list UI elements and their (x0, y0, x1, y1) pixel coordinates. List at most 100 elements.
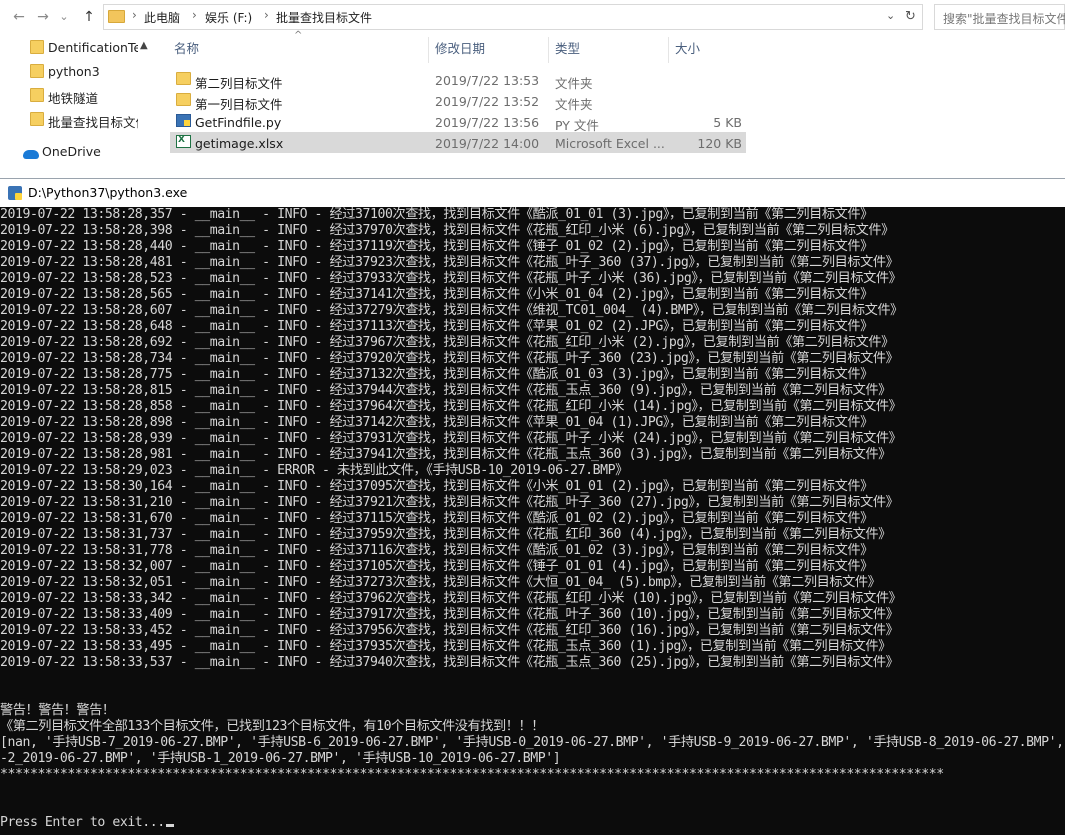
text-cursor (165, 824, 174, 827)
console-line: 2019-07-22 13:58:28,858 - __main__ - INF… (0, 399, 902, 414)
file-size: 120 KB (697, 136, 742, 151)
file-name: getimage.xlsx (195, 136, 284, 151)
search-input[interactable]: 搜索"批量查找目标文件" (934, 4, 1065, 30)
nav-item-onedrive[interactable]: OneDrive (42, 144, 101, 159)
console-line: 2019-07-22 13:58:29,023 - __main__ - ERR… (0, 463, 628, 478)
nav-item-label: 批量查找目标文件 (48, 115, 138, 130)
breadcrumb-separator-icon: › (132, 8, 137, 22)
console-line: 2019-07-22 13:58:33,495 - __main__ - INF… (0, 639, 891, 654)
console-line: 2019-07-22 13:58:28,440 - __main__ - INF… (0, 239, 873, 254)
folder-icon (176, 93, 191, 106)
file-date: 2019/7/22 13:56 (435, 115, 540, 130)
file-list: ^ 名称 修改日期 类型 大小 第二列目标文件 2019/7/22 13:53 … (168, 30, 1065, 178)
folder-icon (30, 40, 44, 54)
folder-icon (176, 72, 191, 85)
folder-icon (30, 112, 44, 126)
address-dropdown-icon[interactable]: ⌄ (886, 9, 895, 22)
console-title-bar[interactable]: D:\Python37\python3.exe (0, 178, 1065, 207)
console-line: 2019-07-22 13:58:28,398 - __main__ - INF… (0, 223, 894, 238)
up-arrow-icon[interactable]: ↑ (78, 6, 100, 28)
nav-item-python3[interactable]: python3 (20, 60, 140, 82)
console-window: D:\Python37\python3.exe 2019-07-22 13:58… (0, 178, 1065, 835)
folder-icon (108, 10, 125, 23)
console-line: 2019-07-22 13:58:33,537 - __main__ - INF… (0, 655, 899, 670)
console-line: [nan, '手持USB-7_2019-06-27.BMP', '手持USB-6… (0, 735, 1065, 750)
nav-item-label: 地铁隧道 (48, 91, 99, 106)
console-line: 2019-07-22 13:58:28,815 - __main__ - INF… (0, 383, 891, 398)
file-row[interactable]: GetFindfile.py 2019/7/22 13:56 PY 文件 5 K… (170, 111, 746, 133)
console-line: 2019-07-22 13:58:28,775 - __main__ - INF… (0, 367, 873, 382)
console-line: 2019-07-22 13:58:28,898 - __main__ - INF… (0, 415, 873, 430)
forward-arrow-icon[interactable]: → (32, 6, 54, 28)
sort-ascending-icon: ^ (294, 30, 303, 41)
file-row-selected[interactable]: getimage.xlsx 2019/7/22 14:00 Microsoft … (170, 132, 746, 153)
console-line: 2019-07-22 13:58:33,342 - __main__ - INF… (0, 591, 902, 606)
address-bar[interactable]: › 此电脑 › 娱乐 (F:) › 批量查找目标文件 ⌄ ↻ (103, 4, 923, 30)
folder-icon (30, 64, 44, 78)
scroll-up-icon[interactable]: ▲ (140, 40, 148, 51)
console-line: 2019-07-22 13:58:32,051 - __main__ - INF… (0, 575, 881, 590)
console-line: 2019-07-22 13:58:28,357 - __main__ - INF… (0, 207, 873, 222)
console-line: 警告！警告！警告！ (0, 703, 115, 718)
console-line: 2019-07-22 13:58:28,734 - __main__ - INF… (0, 351, 899, 366)
console-line: 2019-07-22 13:58:32,007 - __main__ - INF… (0, 559, 873, 574)
console-line: 2019-07-22 13:58:31,778 - __main__ - INF… (0, 543, 873, 558)
console-line: 《第二列目标文件全部133个目标文件，已找到123个目标文件，有10个目标文件没… (0, 719, 544, 734)
console-line: 2019-07-22 13:58:31,670 - __main__ - INF… (0, 511, 873, 526)
breadcrumb-current-folder[interactable]: 批量查找目标文件 (276, 9, 372, 26)
column-header-type[interactable]: 类型 (555, 34, 580, 64)
column-divider[interactable] (428, 37, 429, 63)
file-size: 5 KB (713, 115, 742, 130)
console-line: 2019-07-22 13:58:33,409 - __main__ - INF… (0, 607, 899, 622)
file-name: GetFindfile.py (195, 115, 282, 130)
console-line: -2_2019-06-27.BMP', '手持USB-1_2019-06-27.… (0, 751, 561, 766)
column-header-name[interactable]: 名称 (174, 34, 199, 64)
onedrive-cloud-icon (23, 150, 39, 159)
breadcrumb-drive[interactable]: 娱乐 (F:) (205, 9, 252, 26)
column-divider[interactable] (548, 37, 549, 63)
console-line: 2019-07-22 13:58:31,737 - __main__ - INF… (0, 527, 891, 542)
back-arrow-icon[interactable]: ← (8, 6, 30, 28)
breadcrumb-separator-icon: › (264, 8, 269, 22)
folder-icon (30, 88, 44, 102)
file-date: 2019/7/22 13:53 (435, 73, 540, 88)
console-title: D:\Python37\python3.exe (28, 185, 188, 200)
nav-item-label: DentificationTe (48, 40, 138, 55)
console-line: 2019-07-22 13:58:28,607 - __main__ - INF… (0, 303, 903, 318)
file-date: 2019/7/22 13:52 (435, 94, 540, 109)
console-line: 2019-07-22 13:58:30,164 - __main__ - INF… (0, 479, 873, 494)
column-header-date[interactable]: 修改日期 (435, 34, 485, 64)
nav-item-batch-find[interactable]: 批量查找目标文件 (20, 108, 140, 130)
nav-item-dentification[interactable]: DentificationTe (20, 36, 140, 58)
console-output[interactable]: 2019-07-22 13:58:28,357 - __main__ - INF… (0, 207, 1065, 835)
file-row[interactable]: 第一列目标文件 2019/7/22 13:52 文件夹 (170, 90, 746, 112)
console-line: 2019-07-22 13:58:28,565 - __main__ - INF… (0, 287, 873, 302)
column-header-size[interactable]: 大小 (675, 34, 700, 64)
navigation-bar: ← → ⌄ ↑ › 此电脑 › 娱乐 (F:) › 批量查找目标文件 ⌄ ↻ 搜… (0, 0, 1065, 34)
search-placeholder: 搜索"批量查找目标文件" (943, 12, 1065, 26)
file-row[interactable]: 第二列目标文件 2019/7/22 13:53 文件夹 (170, 69, 746, 91)
recent-locations-dropdown-icon[interactable]: ⌄ (56, 6, 72, 28)
python-app-icon (8, 186, 22, 200)
console-line: 2019-07-22 13:58:28,523 - __main__ - INF… (0, 271, 902, 286)
file-type: Microsoft Excel ... (555, 136, 665, 151)
navigation-pane: ▲ DentificationTe python3 地铁隧道 批量查找目标文件 … (0, 34, 156, 178)
console-line: 2019-07-22 13:58:28,981 - __main__ - INF… (0, 447, 891, 462)
column-divider[interactable] (668, 37, 669, 63)
console-line: 2019-07-22 13:58:31,210 - __main__ - INF… (0, 495, 899, 510)
console-line: 2019-07-22 13:58:28,692 - __main__ - INF… (0, 335, 894, 350)
nav-item-subway-tunnel[interactable]: 地铁隧道 (20, 84, 140, 106)
python-file-icon (176, 114, 191, 127)
excel-file-icon (176, 135, 191, 148)
console-line: 2019-07-22 13:58:28,648 - __main__ - INF… (0, 319, 873, 334)
console-line: 2019-07-22 13:58:28,481 - __main__ - INF… (0, 255, 899, 270)
nav-item-label: python3 (48, 64, 100, 79)
console-line: 2019-07-22 13:58:28,939 - __main__ - INF… (0, 431, 902, 446)
console-line: ****************************************… (0, 767, 944, 782)
file-date: 2019/7/22 14:00 (435, 136, 540, 151)
refresh-icon[interactable]: ↻ (905, 9, 916, 24)
breadcrumb-this-pc[interactable]: 此电脑 (144, 9, 180, 26)
breadcrumb-separator-icon: › (192, 8, 197, 22)
file-explorer-window: ← → ⌄ ↑ › 此电脑 › 娱乐 (F:) › 批量查找目标文件 ⌄ ↻ 搜… (0, 0, 1065, 178)
console-line: 2019-07-22 13:58:33,452 - __main__ - INF… (0, 623, 899, 638)
